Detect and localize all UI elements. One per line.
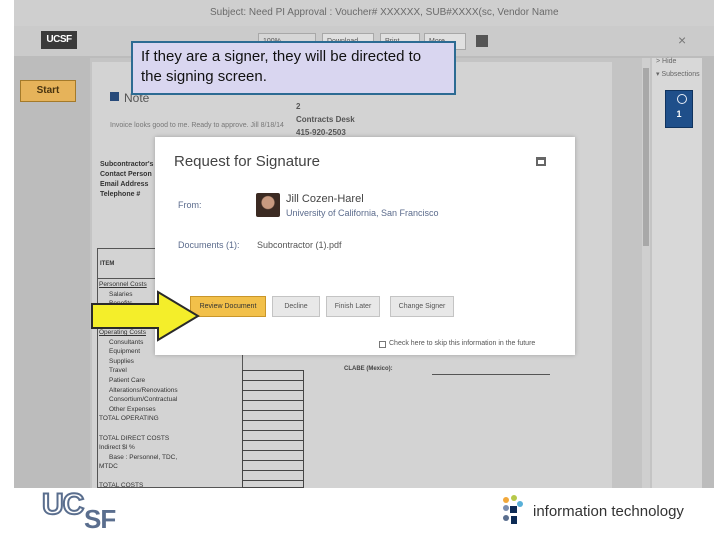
email-subject: Subject: Need PI Approval : Voucher# XXX… — [210, 7, 559, 18]
budget-line: Supplies — [109, 357, 134, 365]
slide: Subject: Need PI Approval : Voucher# XXX… — [0, 0, 720, 540]
from-label: From: — [178, 200, 202, 210]
budget-line: Travel — [109, 367, 127, 375]
note-body: Invoice looks good to me. Ready to appro… — [110, 122, 284, 129]
it-logo-icon — [503, 495, 523, 524]
sender-organization: University of California, San Francisco — [286, 208, 439, 218]
it-wordmark: information technology — [533, 503, 684, 520]
sender-name: Jill Cozen-Harel — [286, 193, 364, 205]
scrollbar-thumb[interactable] — [643, 68, 649, 246]
contracts-desk-block: 2 Contracts Desk 415-920-2503 — [296, 100, 355, 139]
field-label: Telephone # — [100, 191, 141, 198]
budget-line: Alterations/Renovations — [109, 386, 178, 394]
print-icon[interactable] — [536, 157, 546, 166]
close-icon[interactable]: × — [678, 32, 686, 48]
decline-button[interactable]: Decline — [272, 296, 320, 317]
amount-grid — [242, 370, 304, 488]
dialog-title: Request for Signature — [174, 153, 320, 170]
finish-later-button[interactable]: Finish Later — [326, 296, 380, 317]
start-button[interactable]: Start — [20, 80, 76, 102]
budget-line — [99, 424, 178, 434]
contracts-line: Contracts Desk — [296, 115, 355, 124]
document-filename[interactable]: Subcontractor (1).pdf — [257, 240, 342, 250]
field-label: Subcontractor's — [100, 161, 154, 168]
budget-line: TOTAL DIRECT COSTS — [99, 434, 170, 442]
subcontractor-fields: Subcontractor's Contact Person Email Add… — [100, 160, 153, 200]
contracts-line: 2 — [296, 102, 301, 111]
callout-annotation: If they are a signer, they will be direc… — [131, 41, 456, 95]
budget-line: TOTAL OPERATING — [99, 415, 159, 423]
clabe-label: CLABE (Mexico): — [344, 366, 393, 372]
skip-info-label: Check here to skip this information in t… — [389, 340, 536, 347]
field-label: Contact Person — [100, 171, 152, 178]
budget-line: Other Expenses — [109, 405, 156, 413]
ucsf-logo-small: UCSF — [41, 31, 77, 49]
clabe-input-line — [432, 374, 550, 375]
documents-label: Documents (1): — [178, 240, 240, 250]
budget-line: Base : Personnel, TDC, — [109, 453, 178, 461]
budget-line: MTDC — [99, 463, 118, 471]
field-label: Email Address — [100, 181, 149, 188]
subsections-toggle[interactable]: ▾ Subsections — [656, 70, 700, 78]
hide-panel-link[interactable]: > Hide — [656, 58, 676, 65]
svg-text:UC: UC — [42, 490, 84, 521]
thumbnail-ring-icon — [677, 94, 687, 104]
skip-info-checkbox[interactable] — [379, 341, 386, 348]
svg-text:SF: SF — [84, 504, 115, 530]
budget-line: Consortium/Contractual — [109, 396, 178, 404]
change-signer-button[interactable]: Change Signer — [390, 296, 454, 317]
budget-line — [99, 472, 178, 482]
ucsf-logo: UC SF — [42, 490, 116, 530]
budget-line: Indirect $l % — [99, 444, 135, 452]
yellow-arrow-icon — [91, 290, 200, 342]
sender-avatar — [256, 193, 280, 217]
budget-line: Patient Care — [109, 376, 146, 384]
comment-icon[interactable] — [476, 35, 488, 47]
review-document-button[interactable]: Review Document — [190, 296, 266, 317]
note-icon — [110, 92, 119, 101]
